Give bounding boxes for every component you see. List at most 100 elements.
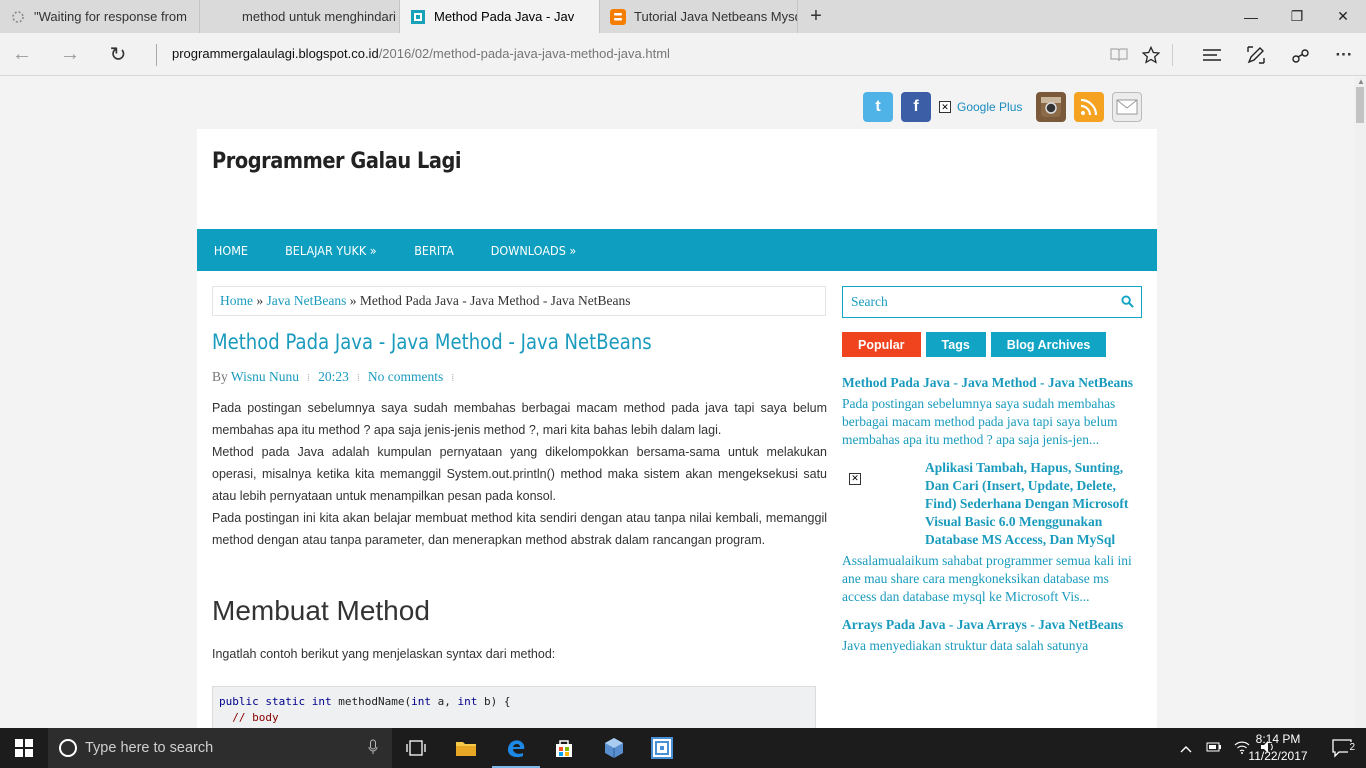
post-title[interactable]: Method Pada Java - Java Method - Java Ne… xyxy=(212,330,652,354)
popular-post-snippet: Java menyediakan struktur data salah sat… xyxy=(842,638,1089,653)
twitter-icon[interactable]: t xyxy=(863,92,893,122)
broken-image-icon: ✕ xyxy=(849,472,861,485)
back-button[interactable]: ← xyxy=(6,39,38,69)
notification-count-badge: 2 xyxy=(1348,742,1356,753)
more-icon[interactable]: ··· xyxy=(1330,41,1358,69)
list-item: ✕ Aplikasi Tambah, Hapus, Sunting, Dan C… xyxy=(842,459,1142,606)
share-icon[interactable] xyxy=(1286,41,1314,69)
task-view-icon[interactable] xyxy=(392,728,440,768)
restore-button[interactable]: ❐ xyxy=(1274,0,1320,33)
post-comments-link[interactable]: No comments xyxy=(368,369,443,384)
windows-logo-icon xyxy=(15,739,33,757)
menu-berita[interactable]: BERITA xyxy=(400,243,467,258)
section-heading: Membuat Method xyxy=(212,595,430,626)
tab-blog-archives[interactable]: Blog Archives xyxy=(990,332,1107,357)
forward-button[interactable]: → xyxy=(54,39,86,69)
url-field[interactable]: programmergalaulagi.blogspot.co.id/2016/… xyxy=(172,46,670,61)
menu-belajar-yukk[interactable]: BELAJAR YUKK » xyxy=(272,243,391,258)
post-thumbnail[interactable]: ✕ xyxy=(842,459,925,549)
start-button[interactable] xyxy=(0,728,48,768)
edge-browser-icon[interactable] xyxy=(492,728,540,768)
popular-post-title[interactable]: Arrays Pada Java - Java Arrays - Java Ne… xyxy=(842,616,1142,634)
site-title[interactable]: Programmer Galau Lagi xyxy=(212,149,462,174)
clock-date: 11/22/2017 xyxy=(1248,749,1308,763)
tab-tags[interactable]: Tags xyxy=(925,332,986,357)
popular-post-header: ✕ Aplikasi Tambah, Hapus, Sunting, Dan C… xyxy=(842,459,1142,549)
store-icon[interactable] xyxy=(540,728,588,768)
breadcrumb: Home » Java NetBeans » Method Pada Java … xyxy=(212,286,826,316)
meta-separator: ⁞ xyxy=(451,372,455,384)
scroll-up-icon[interactable]: ▲ xyxy=(1357,77,1365,86)
favorite-star-icon[interactable] xyxy=(1137,41,1165,69)
section-intro: Ingatlah contoh berikut yang menjelaskan… xyxy=(212,647,556,661)
facebook-icon[interactable]: f xyxy=(901,92,931,122)
tab-method-untuk[interactable]: method untuk menghindari xyxy=(200,0,400,33)
battery-icon[interactable] xyxy=(1206,741,1222,756)
clock-time: 8:14 PM xyxy=(1255,732,1301,746)
netbeans-app-icon[interactable] xyxy=(638,728,686,768)
sidebar-tabs: Popular Tags Blog Archives xyxy=(842,332,1111,357)
meta-separator: ⁞ xyxy=(356,372,360,384)
post-author-link[interactable]: Wisnu Nunu xyxy=(231,369,299,384)
reading-view-icon[interactable] xyxy=(1105,41,1133,69)
rss-icon[interactable] xyxy=(1074,92,1105,122)
virtualbox-icon[interactable] xyxy=(590,728,638,768)
code-text: b) { xyxy=(477,695,511,708)
breadcrumb-separator: » xyxy=(346,293,360,308)
window-controls: — ❐ ✕ xyxy=(1228,0,1366,33)
instagram-icon[interactable] xyxy=(1036,92,1067,122)
google-plus-link[interactable]: Google Plus xyxy=(957,100,1022,114)
chevron-up-icon[interactable] xyxy=(1180,741,1192,756)
sidebar-search-input[interactable]: Search xyxy=(842,286,1142,318)
web-note-icon[interactable] xyxy=(1242,41,1270,69)
taskbar-clock[interactable]: 8:14 PM 11/22/2017 xyxy=(1248,731,1308,765)
mail-icon[interactable] xyxy=(1112,92,1143,122)
tab-tutorial-java[interactable]: Tutorial Java Netbeans Mysq xyxy=(600,0,798,33)
cortana-icon xyxy=(59,739,77,757)
microphone-icon[interactable] xyxy=(368,739,378,758)
url-path: /2016/02/method-pada-java-java-method-ja… xyxy=(378,46,670,61)
browser-tab-bar: "Waiting for response from method untuk … xyxy=(0,0,1366,33)
post-paragraph: Pada postingan ini kita akan belajar mem… xyxy=(212,511,827,547)
breadcrumb-category[interactable]: Java NetBeans xyxy=(267,293,347,308)
page-favicon-icon xyxy=(410,9,426,25)
page-scrollbar[interactable]: ▲ xyxy=(1354,77,1366,728)
file-explorer-icon[interactable] xyxy=(442,728,490,768)
tab-method-pada-java[interactable]: Method Pada Java - Jav xyxy=(400,0,600,33)
address-bar: ← → ↻ programmergalaulagi.blogspot.co.id… xyxy=(0,33,1366,76)
minimize-button[interactable]: — xyxy=(1228,0,1274,33)
post-body: Pada postingan sebelumnya saya sudah mem… xyxy=(212,397,827,551)
action-center-icon[interactable]: 2 xyxy=(1318,728,1366,768)
menu-home[interactable]: HOME xyxy=(200,243,261,258)
tab-waiting[interactable]: "Waiting for response from xyxy=(0,0,200,33)
new-tab-button[interactable]: + xyxy=(798,0,834,33)
tab-label: "Waiting for response from xyxy=(34,9,187,24)
tab-popular[interactable]: Popular xyxy=(842,332,921,357)
breadcrumb-home[interactable]: Home xyxy=(220,293,253,308)
social-icons: t f ✕ Google Plus xyxy=(863,91,1150,123)
popular-post-title[interactable]: Aplikasi Tambah, Hapus, Sunting, Dan Car… xyxy=(925,459,1142,549)
list-item: Arrays Pada Java - Java Arrays - Java Ne… xyxy=(842,616,1142,655)
post-paragraph: Method pada Java adalah kumpulan pernyat… xyxy=(212,445,827,503)
meta-separator: ⁞ xyxy=(307,372,311,384)
taskbar-search-placeholder: Type here to search xyxy=(85,740,214,756)
close-button[interactable]: ✕ xyxy=(1320,0,1366,33)
post-time-link[interactable]: 20:23 xyxy=(318,369,349,384)
popular-post-snippet: Assalamualaikum sahabat programmer semua… xyxy=(842,553,1132,604)
taskbar-search-input[interactable]: Type here to search xyxy=(48,728,392,768)
toolbar-separator xyxy=(1172,44,1173,66)
tab-label: method untuk menghindari xyxy=(242,9,396,24)
hub-icon[interactable] xyxy=(1198,41,1226,69)
post-meta: By Wisnu Nunu ⁞ 20:23 ⁞ No comments ⁞ xyxy=(212,369,462,385)
refresh-button[interactable]: ↻ xyxy=(102,39,134,69)
search-icon[interactable] xyxy=(1121,295,1135,309)
main-menu: HOME BELAJAR YUKK » BERITA DOWNLOADS » xyxy=(197,229,1157,271)
popular-post-snippet: Pada postingan sebelumnya saya sudah mem… xyxy=(842,396,1118,447)
scrollbar-thumb[interactable] xyxy=(1356,87,1364,123)
menu-downloads[interactable]: DOWNLOADS » xyxy=(477,243,590,258)
breadcrumb-separator: » xyxy=(253,293,267,308)
popular-post-title[interactable]: Method Pada Java - Java Method - Java Ne… xyxy=(842,374,1142,392)
loading-spinner-icon xyxy=(10,9,26,25)
popular-post-title-text: Aplikasi Tambah, Hapus, Sunting, Dan Car… xyxy=(925,460,1129,547)
tab-label: Method Pada Java - Jav xyxy=(434,9,575,24)
